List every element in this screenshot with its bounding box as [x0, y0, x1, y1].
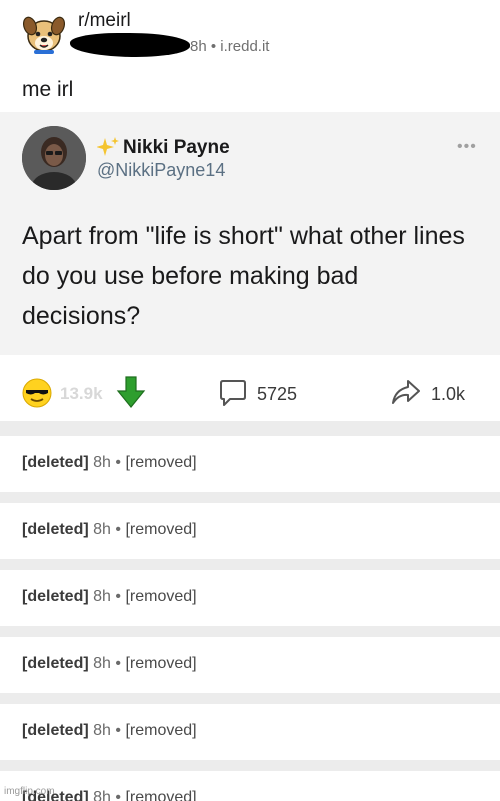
comment-body: [removed]: [125, 588, 197, 605]
comment-time: 8h: [93, 789, 111, 801]
comment-body: [removed]: [125, 789, 197, 801]
comments-section: [deleted] 8h • [removed] [deleted] 8h • …: [0, 421, 500, 801]
share-count[interactable]: 1.0k: [431, 384, 465, 405]
comment-row[interactable]: [deleted] 8h • [removed]: [0, 436, 500, 492]
comment-row[interactable]: [deleted] 8h • [removed]: [0, 637, 500, 693]
comment-separator: •: [115, 722, 121, 739]
comment-author[interactable]: [deleted]: [22, 588, 89, 605]
sunglasses-emoji-icon[interactable]: [22, 378, 52, 408]
share-arrow-icon[interactable]: [391, 378, 421, 406]
tweet-handle: @NikkiPayne14: [97, 160, 226, 180]
comment-row[interactable]: [deleted] 8h • [removed]: [0, 570, 500, 626]
comment-time: 8h: [93, 454, 111, 471]
comment-time: 8h: [93, 722, 111, 739]
comment-time: 8h: [93, 655, 111, 672]
person-avatar-icon: [22, 126, 86, 190]
green-down-arrow-icon[interactable]: [116, 375, 146, 409]
comment-body: [removed]: [125, 454, 197, 471]
comment-author[interactable]: [deleted]: [22, 655, 89, 672]
comment-bubble-icon[interactable]: [219, 378, 247, 408]
comment-author[interactable]: [deleted]: [22, 454, 89, 471]
comment-author[interactable]: [deleted]: [22, 722, 89, 739]
tweet-avatar: [22, 126, 86, 190]
post-title[interactable]: me irl: [22, 78, 73, 102]
redaction-scribble: [70, 33, 190, 57]
comment-separator: •: [115, 789, 121, 801]
tweet-image[interactable]: Nikki Payne @NikkiPayne14 ••• Apart from…: [0, 112, 500, 355]
post-header: r/meirl 8h • i.redd.it me irl: [0, 0, 500, 101]
dog-avatar-icon[interactable]: [22, 12, 66, 56]
comment-body: [removed]: [125, 722, 197, 739]
comment-time: 8h: [93, 521, 111, 538]
comment-text: [deleted] 8h • [removed]: [22, 521, 197, 539]
comment-body: [removed]: [125, 655, 197, 672]
comment-separator: •: [115, 655, 121, 672]
comment-count[interactable]: 5725: [257, 384, 297, 405]
comment-row[interactable]: [deleted] 8h • [removed]: [0, 503, 500, 559]
tweet-more-icon: •••: [457, 138, 477, 155]
comment-text: [deleted] 8h • [removed]: [22, 454, 197, 472]
comment-body: [removed]: [125, 521, 197, 538]
comment-time: 8h: [93, 588, 111, 605]
subreddit-name[interactable]: r/meirl: [78, 10, 131, 32]
comment-author[interactable]: [deleted]: [22, 521, 89, 538]
comment-separator: •: [115, 454, 121, 471]
comment-text: [deleted] 8h • [removed]: [22, 722, 197, 740]
sparkle-icon: [97, 137, 119, 156]
post-meta: 8h • i.redd.it: [190, 38, 270, 55]
comment-row[interactable]: [deleted] 8h • [removed]: [0, 771, 500, 801]
comment-text: [deleted] 8h • [removed]: [22, 655, 197, 673]
post-action-bar: 13.9k 5725 1.0k: [0, 355, 500, 431]
imgflip-watermark: imgflip.com: [4, 786, 55, 797]
comment-separator: •: [115, 588, 121, 605]
vote-count: 13.9k: [60, 384, 103, 403]
comment-separator: •: [115, 521, 121, 538]
tweet-text: Apart from "life is short" what other li…: [22, 222, 465, 330]
tweet-display-name: Nikki Payne: [123, 137, 230, 158]
comment-text: [deleted] 8h • [removed]: [22, 588, 197, 606]
comment-row[interactable]: [deleted] 8h • [removed]: [0, 704, 500, 760]
